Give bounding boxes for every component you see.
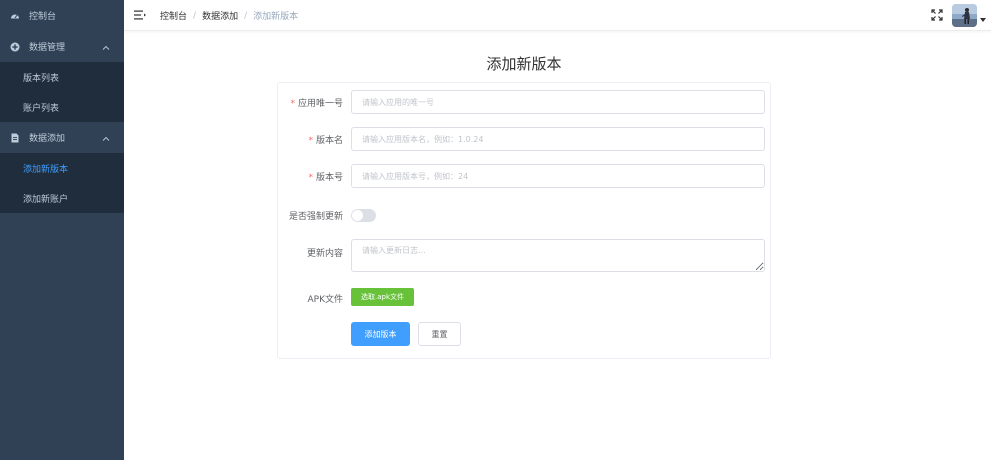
sidebar-item-label: 添加新版本 — [23, 164, 69, 175]
add-version-form: *应用唯一号 *版本名 *版本号 是否强制更新 更新内容 APK文件 选取.ap… — [277, 82, 771, 359]
add-version-button[interactable]: 添加版本 — [351, 322, 410, 346]
reset-button[interactable]: 重置 — [418, 322, 461, 346]
breadcrumb-item-current: 添加新版本 — [253, 12, 299, 22]
version-name-label-text: 版本名 — [315, 136, 343, 146]
plus-circle-icon — [10, 42, 20, 52]
caret-down-icon[interactable] — [980, 18, 986, 23]
sidebar-item-version-list[interactable]: 版本列表 — [0, 62, 124, 92]
page-title: 添加新版本 — [486, 55, 562, 73]
version-code-label-text: 版本号 — [315, 173, 343, 183]
force-update-switch[interactable] — [351, 209, 376, 222]
breadcrumb: 控制台 / 数据添加 / 添加新版本 — [160, 0, 298, 31]
dashboard-icon — [10, 11, 20, 21]
app-id-label: * 应用唯一号 — [290, 96, 343, 109]
version-name-label: * 版本名 — [308, 133, 343, 146]
version-code-label: * 版本号 — [308, 170, 343, 183]
sidebar-item-add-account[interactable]: 添加新账户 — [0, 183, 124, 213]
required-mark: * — [308, 136, 313, 146]
required-mark: * — [308, 173, 313, 183]
sidebar-item-label: 添加新账户 — [23, 194, 69, 205]
navbar: 控制台 / 数据添加 / 添加新版本 — [124, 0, 991, 31]
changelog-textarea[interactable] — [351, 239, 765, 272]
sidebar-item-account-list[interactable]: 账户列表 — [0, 92, 124, 122]
avatar[interactable] — [952, 4, 977, 27]
sidebar-item-label: 控制台 — [29, 12, 57, 22]
switch-knob — [352, 210, 363, 221]
sidebar-item-label: 版本列表 — [23, 73, 60, 84]
sidebar-item-data-manage[interactable]: 数据管理 — [0, 31, 124, 62]
sidebar: 控制台 数据管理 版本列表 账户列表 数据添加 添加新版本 添加新账户 — [0, 0, 124, 460]
version-code-input[interactable] — [351, 164, 765, 188]
sidebar-item-dashboard[interactable]: 控制台 — [0, 0, 124, 31]
app-id-label-text: 应用唯一号 — [297, 99, 343, 109]
chevron-up-icon — [102, 45, 110, 50]
document-icon — [10, 133, 20, 143]
breadcrumb-separator: / — [244, 10, 248, 21]
app-id-input[interactable] — [351, 90, 765, 114]
chevron-up-icon — [102, 136, 110, 141]
breadcrumb-item-dashboard[interactable]: 控制台 — [160, 9, 187, 22]
hamburger-icon[interactable] — [134, 9, 146, 21]
breadcrumb-separator: / — [193, 10, 197, 21]
version-name-input[interactable] — [351, 127, 765, 151]
apk-label: APK文件 — [307, 295, 344, 305]
changelog-label: 更新内容 — [306, 249, 343, 259]
sidebar-item-label: 数据管理 — [29, 43, 66, 53]
select-apk-button[interactable]: 选取.apk文件 — [351, 288, 414, 306]
sidebar-item-label: 数据添加 — [29, 134, 66, 144]
submenu-data-add: 添加新版本 添加新账户 — [0, 153, 124, 213]
force-update-label: 是否强制更新 — [288, 212, 343, 222]
sidebar-item-label: 账户列表 — [23, 103, 60, 114]
required-mark: * — [290, 99, 295, 109]
submenu-data-manage: 版本列表 账户列表 — [0, 62, 124, 122]
breadcrumb-item-data-add[interactable]: 数据添加 — [202, 9, 238, 22]
fullscreen-icon[interactable] — [931, 9, 943, 21]
sidebar-item-data-add[interactable]: 数据添加 — [0, 122, 124, 153]
sidebar-item-add-version[interactable]: 添加新版本 — [0, 153, 124, 183]
